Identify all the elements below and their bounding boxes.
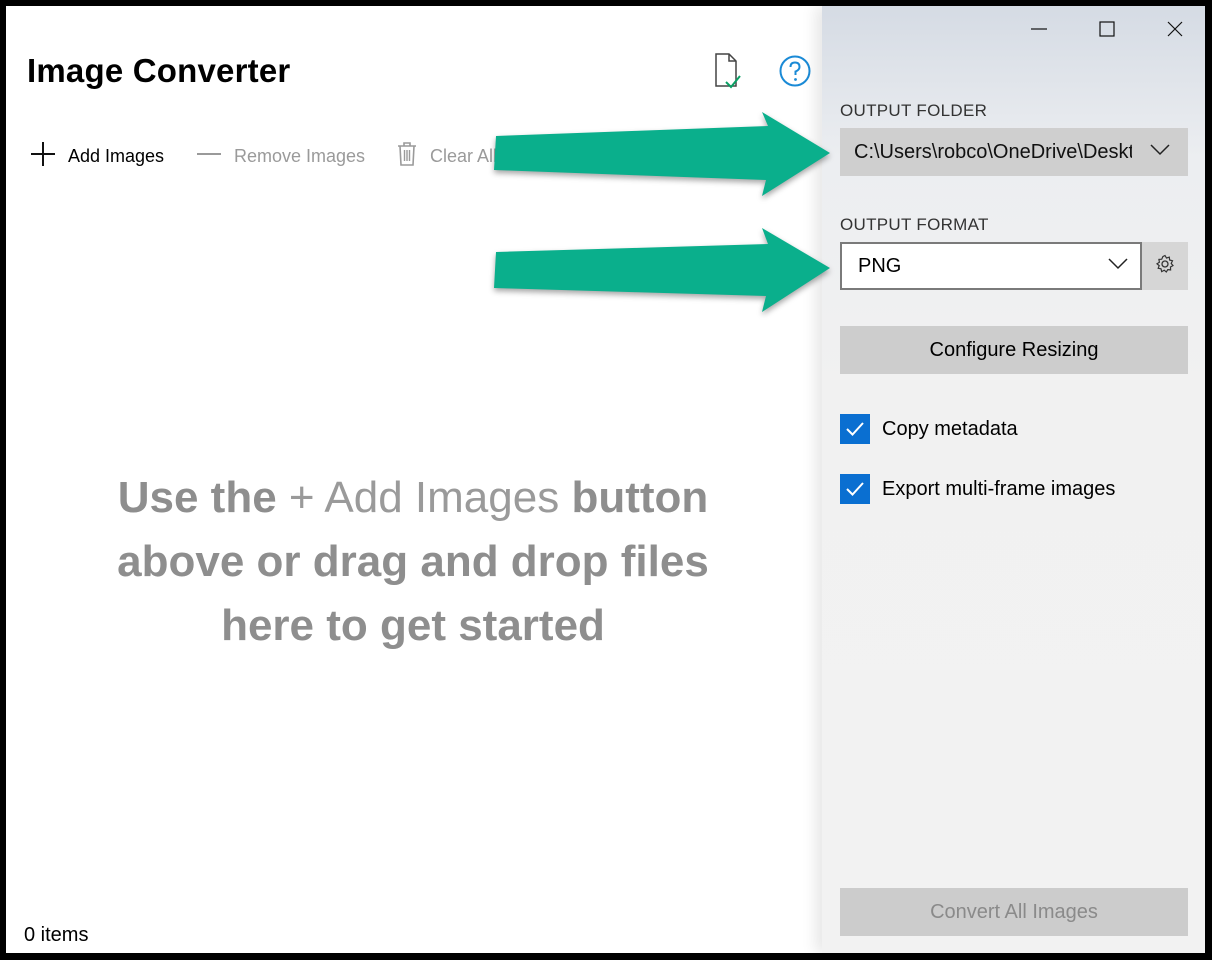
toolbar: Add Images Remove Images Clear All: [6, 136, 822, 176]
checkmark-icon: [840, 474, 870, 504]
settings-pane: OUTPUT FOLDER C:\Users\robco\OneDrive\De…: [822, 6, 1205, 953]
empty-state-line-3: here to get started: [221, 601, 605, 650]
minimize-button[interactable]: [1016, 14, 1062, 48]
export-multi-frame-label: Export multi-frame images: [882, 477, 1116, 500]
chevron-down-icon: [1150, 143, 1170, 161]
output-format-dropdown[interactable]: PNG: [840, 242, 1142, 290]
trash-icon: [396, 141, 418, 172]
app-title: Image Converter: [27, 52, 291, 89]
add-images-label: Add Images: [68, 145, 165, 166]
chevron-down-icon: [1108, 257, 1128, 275]
empty-state-line-2: above or drag and drop files: [117, 537, 709, 586]
close-icon: [1166, 20, 1184, 43]
convert-all-images-button[interactable]: Convert All Images: [840, 888, 1188, 936]
help-icon[interactable]: [778, 54, 812, 88]
copy-metadata-checkbox[interactable]: Copy metadata: [840, 413, 1018, 445]
checkmark-icon: [840, 414, 870, 444]
minimize-icon: [1030, 20, 1048, 43]
plus-icon: [30, 141, 56, 172]
maximize-icon: [1098, 20, 1116, 43]
close-button[interactable]: [1152, 14, 1198, 48]
add-images-button[interactable]: Add Images: [30, 136, 164, 176]
format-settings-button[interactable]: [1142, 242, 1188, 290]
output-format-label: OUTPUT FORMAT: [840, 215, 989, 234]
empty-state-line-1: Use the + Add Images button: [117, 473, 709, 522]
maximize-button[interactable]: [1084, 14, 1130, 48]
clear-all-label: Clear All: [430, 145, 498, 166]
output-folder-value: C:\Users\robco\OneDrive\Desktop: [854, 140, 1132, 163]
empty-state-message: Use the + Add Images button above or dra…: [46, 466, 780, 658]
main-pane: Image Converter Add Images Remove Images…: [6, 6, 822, 953]
clear-all-button[interactable]: Clear All: [396, 136, 497, 176]
copy-metadata-label: Copy metadata: [882, 417, 1018, 440]
remove-images-button[interactable]: Remove Images: [196, 136, 365, 176]
output-folder-label: OUTPUT FOLDER: [840, 101, 988, 120]
export-multi-frame-checkbox[interactable]: Export multi-frame images: [840, 473, 1115, 505]
app-window: Image Converter Add Images Remove Images…: [6, 6, 1205, 953]
file-check-icon[interactable]: [712, 52, 742, 92]
gear-icon: [1155, 254, 1175, 279]
remove-images-label: Remove Images: [234, 145, 366, 166]
item-count-status: 0 items: [24, 924, 89, 946]
configure-resizing-button[interactable]: Configure Resizing: [840, 326, 1188, 374]
minus-icon: [196, 141, 222, 172]
output-format-value: PNG: [858, 254, 902, 277]
output-folder-dropdown[interactable]: C:\Users\robco\OneDrive\Desktop: [840, 128, 1188, 176]
